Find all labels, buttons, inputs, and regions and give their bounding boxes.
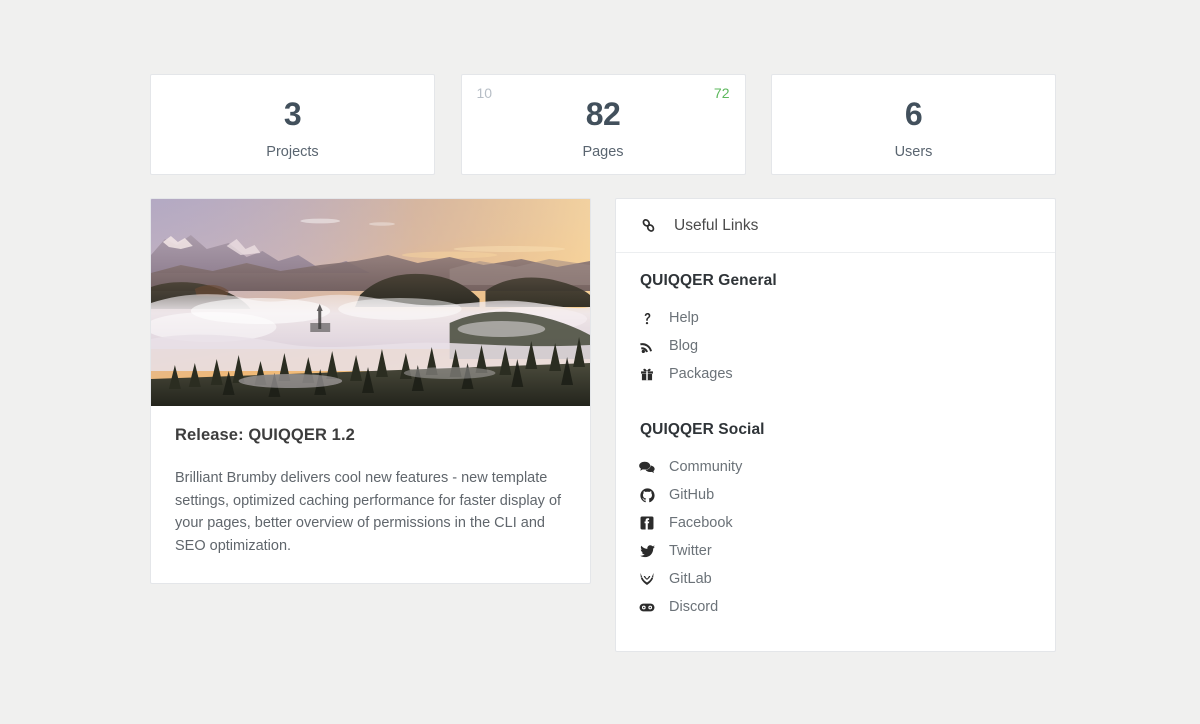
news-body: Release: QUIQQER 1.2 Brilliant Brumby de… [151, 406, 590, 583]
stat-label: Projects [266, 143, 319, 160]
link-item-packages[interactable]: Packages [637, 360, 1034, 388]
link-item-discord[interactable]: Discord [637, 593, 1034, 621]
useful-links-panel: Useful Links QUIQQER General Help Blog P… [615, 198, 1056, 652]
useful-links-header: Useful Links [616, 199, 1055, 253]
link-item-blog[interactable]: Blog [637, 332, 1034, 360]
link-label: Community [669, 459, 743, 475]
rss-feed-icon [637, 337, 657, 355]
news-hero-image [151, 199, 590, 406]
news-text: Brilliant Brumby delivers cool new featu… [175, 470, 562, 554]
news-card[interactable]: Release: QUIQQER 1.2 Brilliant Brumby de… [150, 198, 591, 584]
discord-controller-icon [637, 598, 657, 616]
link-label: GitHub [669, 487, 715, 503]
question-mark-icon [637, 309, 657, 327]
stat-card-users[interactable]: 6 Users [771, 74, 1056, 175]
stat-corner-right: 72 [713, 85, 730, 101]
content-row: Release: QUIQQER 1.2 Brilliant Brumby de… [150, 198, 1056, 652]
links-group-social: QUIQQER Social Community GitHub Facebook… [637, 421, 1034, 621]
links-group-title: QUIQQER General [640, 272, 777, 289]
links-group-title: QUIQQER Social [640, 421, 765, 438]
link-label: Help [669, 310, 699, 326]
stat-label: Pages [582, 143, 624, 160]
stat-card-pages[interactable]: 10 72 82 Pages [460, 74, 746, 175]
link-item-facebook[interactable]: Facebook [637, 509, 1034, 537]
link-item-help[interactable]: Help [637, 304, 1034, 332]
link-label: Facebook [669, 515, 733, 531]
stats-row: 3 Projects 10 72 82 Pages 6 Users [150, 74, 1056, 175]
gift-box-icon [637, 365, 657, 383]
dashboard-page: 3 Projects 10 72 82 Pages 6 Users Releas… [0, 0, 1200, 724]
facebook-icon [637, 514, 657, 532]
link-chain-icon [637, 215, 659, 237]
stat-value: 3 [283, 95, 302, 132]
speech-bubble-icon [637, 458, 657, 476]
stat-value: 6 [904, 95, 923, 132]
link-item-gitlab[interactable]: GitLab [637, 565, 1034, 593]
links-group-general: QUIQQER General Help Blog Packages [637, 272, 1034, 388]
link-item-github[interactable]: GitHub [637, 481, 1034, 509]
news-title: Release: QUIQQER 1.2 [175, 426, 355, 444]
link-label: Discord [669, 599, 719, 615]
stat-label: Users [894, 143, 933, 160]
links-list: Help Blog Packages [637, 304, 1034, 388]
twitter-bird-icon [637, 542, 657, 560]
stat-corner-left: 10 [476, 85, 493, 101]
link-item-twitter[interactable]: Twitter [637, 537, 1034, 565]
stat-value: 82 [585, 95, 621, 132]
github-icon [637, 486, 657, 504]
link-label: Blog [669, 338, 699, 354]
link-item-community[interactable]: Community [637, 453, 1034, 481]
link-label: GitLab [669, 571, 712, 587]
stat-card-projects[interactable]: 3 Projects [150, 74, 435, 175]
gitlab-fox-icon [637, 570, 657, 588]
useful-links-body: QUIQQER General Help Blog Packages QUIQQ… [616, 253, 1055, 651]
links-list: Community GitHub Facebook Twitter GitLab… [637, 453, 1034, 621]
link-label: Twitter [669, 543, 712, 559]
useful-links-title: Useful Links [674, 216, 759, 234]
link-label: Packages [669, 366, 733, 382]
